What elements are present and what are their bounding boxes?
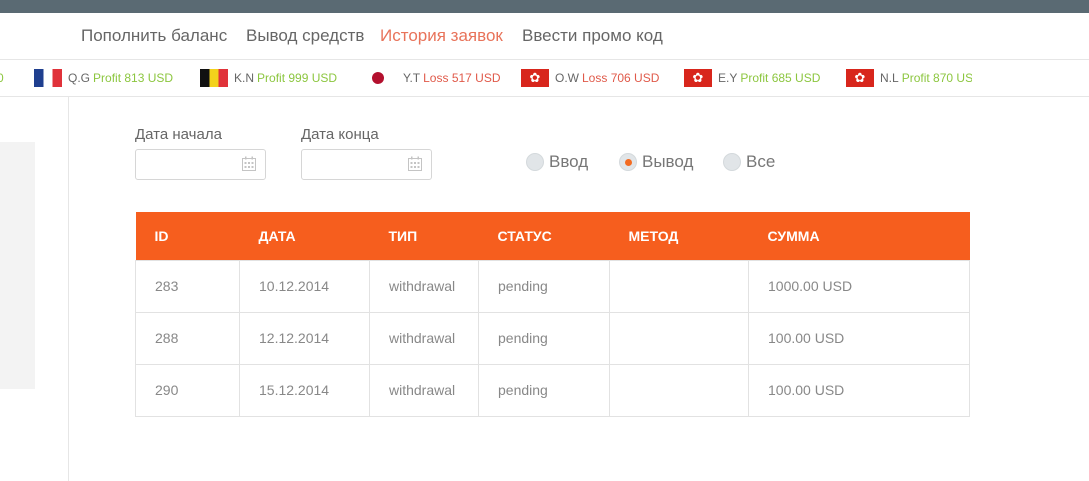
cell-id: 283 — [135, 259, 240, 313]
cell-status: pending — [478, 363, 610, 417]
sidebar-panel — [0, 142, 35, 389]
ticker-value: 517 USD — [451, 71, 501, 85]
ticker-item: 0 — [0, 69, 4, 87]
trade-ticker: 0 Q.G Profit 813 USD K.N Profit 999 USD … — [0, 60, 972, 96]
ticker-value: 999 USD — [288, 71, 338, 85]
column-header-id[interactable]: ID — [135, 212, 240, 260]
ticker-name: O.W — [555, 71, 579, 85]
flag-hong-kong-icon: ✿ — [846, 69, 874, 87]
sidebar-divider — [68, 97, 69, 481]
ticker-item: ✿ O.W Loss 706 USD — [521, 69, 659, 87]
ticker-kind: Loss — [582, 71, 608, 85]
start-date-label: Дата начала — [135, 126, 222, 143]
ticker-name: N.L — [880, 71, 899, 85]
cell-method — [609, 259, 749, 313]
flag-hong-kong-icon: ✿ — [521, 69, 549, 87]
cell-method — [609, 311, 749, 365]
ticker-value: 813 USD — [124, 71, 174, 85]
column-header-date[interactable]: ДАТА — [239, 212, 370, 260]
column-header-method[interactable]: МЕТОД — [609, 212, 749, 260]
cell-status: pending — [478, 311, 610, 365]
nav-item-history[interactable]: История заявок — [380, 26, 503, 46]
radio-button[interactable] — [619, 153, 637, 171]
table-header-row: ID ДАТА ТИП СТАТУС МЕТОД СУММА — [135, 212, 970, 260]
ticker-value: 685 USD — [771, 71, 821, 85]
table-row: 290 15.12.2014 withdrawal pending 100.00… — [135, 363, 970, 417]
ticker-item: ✿ N.L Profit 870 US — [846, 69, 972, 87]
ticker-kind: Profit — [257, 71, 286, 85]
nav-bar: Пополнить баланс Вывод средств История з… — [0, 13, 1089, 60]
cell-sum: 100.00 USD — [748, 363, 970, 417]
nav-item-withdraw[interactable]: Вывод средств — [246, 26, 364, 46]
cell-type: withdrawal — [369, 363, 479, 417]
ticker-divider — [0, 96, 1089, 97]
ticker-value: 870 US — [933, 71, 972, 85]
top-bar — [0, 0, 1089, 13]
radio-deposit[interactable]: Ввод — [526, 152, 588, 172]
radio-label: Ввод — [549, 152, 589, 171]
calendar-icon[interactable] — [242, 156, 256, 171]
ticker-name: E.Y — [718, 71, 738, 85]
ticker-name: Q.G — [68, 71, 91, 85]
radio-label: Вывод — [642, 152, 694, 171]
column-header-status[interactable]: СТАТУС — [478, 212, 610, 260]
cell-status: pending — [478, 259, 610, 313]
ticker-item: ✿ E.Y Profit 685 USD — [684, 69, 820, 87]
ticker-item: K.N Profit 999 USD — [200, 69, 337, 87]
cell-type: withdrawal — [369, 311, 479, 365]
flag-hong-kong-icon: ✿ — [684, 69, 712, 87]
cell-date: 15.12.2014 — [239, 363, 370, 417]
nav-item-promo[interactable]: Ввести промо код — [522, 26, 663, 46]
ticker-kind: Loss — [423, 71, 449, 85]
radio-label: Все — [746, 152, 776, 171]
ticker-item: Y.T Loss 517 USD — [369, 69, 501, 87]
table-row: 288 12.12.2014 withdrawal pending 100.00… — [135, 311, 970, 365]
radio-withdrawal[interactable]: Вывод — [619, 152, 693, 172]
radio-button[interactable] — [526, 153, 544, 171]
column-header-sum[interactable]: СУММА — [748, 212, 970, 260]
cell-id: 288 — [135, 311, 240, 365]
nav-item-deposit[interactable]: Пополнить баланс — [81, 26, 227, 46]
cell-id: 290 — [135, 363, 240, 417]
radio-button[interactable] — [723, 153, 741, 171]
column-header-type[interactable]: ТИП — [369, 212, 479, 260]
calendar-icon[interactable] — [408, 156, 422, 171]
ticker-value: 706 USD — [610, 71, 660, 85]
ticker-value: 0 — [0, 71, 4, 85]
cell-sum: 100.00 USD — [748, 311, 970, 365]
ticker-kind: Profit — [901, 71, 930, 85]
end-date-label: Дата конца — [301, 126, 379, 143]
history-table: ID ДАТА ТИП СТАТУС МЕТОД СУММА 283 10.12… — [135, 212, 970, 417]
ticker-kind: Profit — [93, 71, 122, 85]
cell-method — [609, 363, 749, 417]
ticker-name: K.N — [234, 71, 255, 85]
table-row: 283 10.12.2014 withdrawal pending 1000.0… — [135, 259, 970, 313]
ticker-kind: Profit — [740, 71, 769, 85]
cell-sum: 1000.00 USD — [748, 259, 970, 313]
cell-date: 12.12.2014 — [239, 311, 370, 365]
cell-type: withdrawal — [369, 259, 479, 313]
flag-belgium-icon — [200, 69, 228, 87]
radio-all[interactable]: Все — [723, 152, 775, 172]
flag-france-icon — [34, 69, 62, 87]
ticker-item: Q.G Profit 813 USD — [34, 69, 173, 87]
flag-japan-icon — [369, 69, 397, 87]
cell-date: 10.12.2014 — [239, 259, 370, 313]
ticker-name: Y.T — [403, 71, 421, 85]
